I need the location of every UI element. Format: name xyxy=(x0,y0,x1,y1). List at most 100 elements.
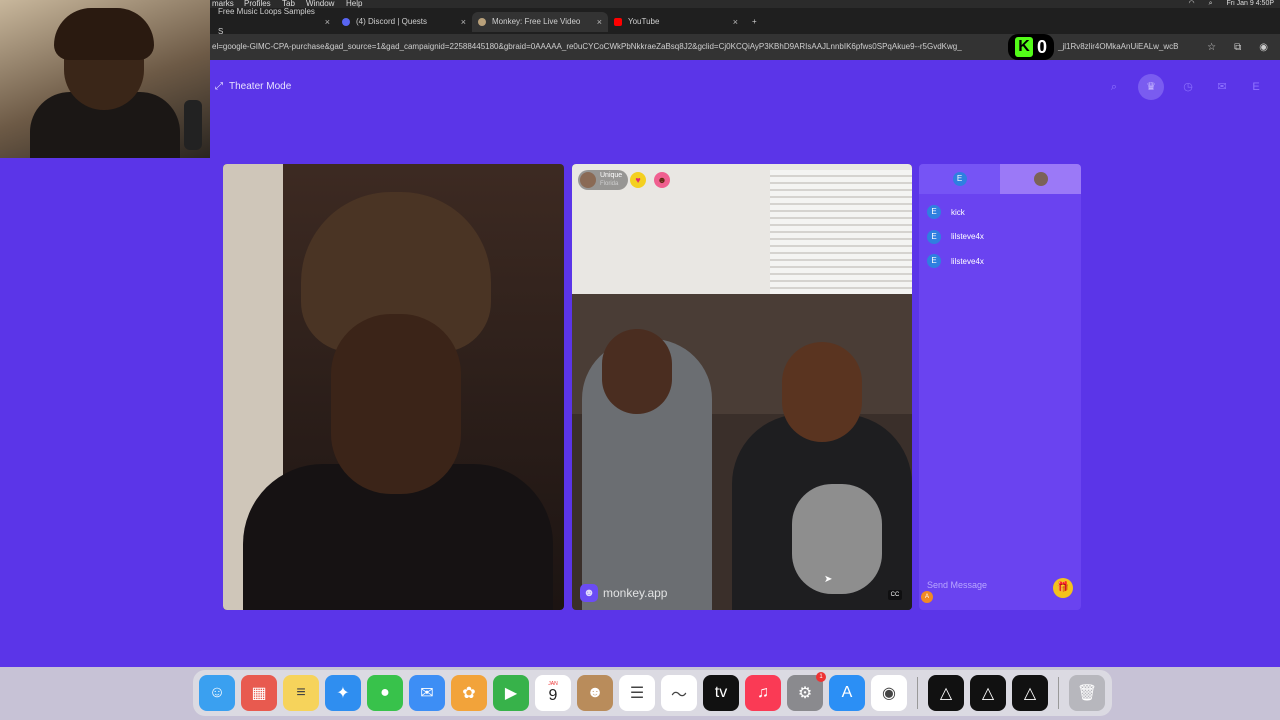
calendar-icon[interactable]: JAN 9 xyxy=(535,675,571,711)
monkey-icon xyxy=(478,18,486,26)
tab-discord[interactable]: (4) Discord | Quests × xyxy=(336,12,472,32)
monkey-logo-icon: ☻ xyxy=(580,584,598,602)
remote-user-tag[interactable]: Unique Florida xyxy=(578,170,629,190)
message-avatar: E xyxy=(927,205,941,220)
expand-icon: ⤢ xyxy=(215,80,223,92)
finder-icon[interactable]: ☺ xyxy=(199,675,235,711)
contacts-icon[interactable]: ☻ xyxy=(577,675,613,711)
dock-separator xyxy=(917,677,918,709)
notes-icon[interactable]: ≡ xyxy=(283,675,319,711)
remote-video: Unique Florida ♥ ☻ ☻ monkey.app CC xyxy=(572,164,912,610)
kick-logo: K xyxy=(1014,37,1033,57)
app-c-icon[interactable]: △ xyxy=(1012,675,1048,711)
tab-label: (4) Discord | Quests xyxy=(356,17,427,26)
chat-message: E lilsteve4x xyxy=(927,225,1073,250)
mail-icon[interactable]: ✉ xyxy=(409,675,445,711)
window-blind xyxy=(770,170,912,294)
partner-avatar xyxy=(1033,172,1048,186)
discord-icon xyxy=(342,18,350,26)
close-icon[interactable]: × xyxy=(325,12,330,32)
app-a-icon[interactable]: △ xyxy=(928,675,964,711)
monkey-badge-icon[interactable]: ☻ xyxy=(654,172,670,188)
mac-dock: ☺ ▦ ≡ ✦ ● ✉ ✿ ▶ JAN 9 ☻ ☰ 〜 tv ♫ ⚙ 1 A ◉ △ △ △ 🗑 xyxy=(193,670,1112,716)
monkey-watermark: ☻ monkey.app xyxy=(580,584,667,602)
close-icon[interactable]: × xyxy=(597,12,602,32)
message-text: lilsteve4x xyxy=(951,256,984,266)
mouse-cursor: ➤ xyxy=(824,574,833,585)
remote-person-left-head xyxy=(602,329,672,414)
message-avatar: E xyxy=(927,229,941,244)
calendar-day: 9 xyxy=(548,687,558,704)
apple-tv-icon[interactable]: tv xyxy=(703,675,739,711)
spotlight-icon[interactable]: ⌕ xyxy=(1209,0,1213,8)
crown-icon[interactable]: ♛ xyxy=(1138,74,1164,100)
system-settings-icon[interactable]: ⚙ 1 xyxy=(787,672,826,711)
gift-icon[interactable]: 🎁 xyxy=(1053,578,1073,598)
close-icon[interactable]: × xyxy=(733,12,738,32)
address-bar-actions: ☆ ⧉ ◉ xyxy=(1207,34,1268,60)
webcam-hair xyxy=(54,8,154,60)
profile-avatar[interactable]: E xyxy=(1246,77,1266,97)
freeform-icon[interactable]: 〜 xyxy=(661,675,697,711)
tab-monkey[interactable]: Monkey: Free Live Video × xyxy=(472,12,608,32)
shirt-print xyxy=(792,484,882,594)
new-tab-button[interactable]: + xyxy=(746,12,766,32)
app-b-icon[interactable]: △ xyxy=(970,675,1006,711)
chrome-icon[interactable]: ◉ xyxy=(871,675,907,711)
webcam-mic xyxy=(184,100,202,150)
remote-location: Florida xyxy=(600,181,619,187)
top-nav-icons: ⌕ ♛ ◷ ✉ E xyxy=(1104,74,1266,100)
message-input[interactable]: Send Message xyxy=(927,580,987,590)
heart-icon[interactable]: ♥ xyxy=(630,172,646,188)
close-icon[interactable]: × xyxy=(461,12,466,32)
message-avatar: E xyxy=(927,254,941,269)
chat-messages: E kick E lilsteve4x E lilsteve4x xyxy=(919,194,1081,280)
chat-message: E kick xyxy=(927,200,1073,225)
theater-mode-label: Theater Mode xyxy=(229,80,292,92)
local-face xyxy=(331,314,461,494)
youtube-icon xyxy=(614,18,622,26)
url-tail: _jl1Rv8zlir4OMkaAnUiEALw_wcB xyxy=(1058,42,1179,51)
local-video xyxy=(223,164,564,610)
menu-help[interactable]: Help xyxy=(346,0,362,8)
app-store-icon[interactable]: A xyxy=(829,675,865,711)
remote-avatar xyxy=(580,172,596,188)
bookmark-star-icon[interactable]: ☆ xyxy=(1207,42,1216,53)
message-text: kick xyxy=(951,207,965,217)
profile-icon[interactable]: ◉ xyxy=(1259,42,1268,53)
reminders-icon[interactable]: ☰ xyxy=(619,675,655,711)
emoji-avatar[interactable]: A xyxy=(921,591,933,603)
chat-self-tab[interactable]: E xyxy=(919,164,1000,194)
remote-name: Unique xyxy=(600,172,623,179)
datetime[interactable]: Fri Jan 9 4:50P xyxy=(1227,0,1274,8)
search-icon[interactable]: ⌕ xyxy=(1104,77,1124,97)
watermark-text: monkey.app xyxy=(603,586,668,600)
captions-icon[interactable]: CC xyxy=(888,590,902,600)
wifi-icon[interactable]: ◠ xyxy=(1189,0,1195,8)
dock-separator xyxy=(1058,677,1059,709)
chat-icon[interactable]: ✉ xyxy=(1212,77,1232,97)
history-icon[interactable]: ◷ xyxy=(1178,77,1198,97)
facetime-icon[interactable]: ▶ xyxy=(493,675,529,711)
chat-input-area: Send Message A 🎁 xyxy=(919,570,1081,610)
kick-overlay: K 0 xyxy=(1008,34,1054,60)
photos-icon[interactable]: ✿ xyxy=(451,675,487,711)
kick-count: 0 xyxy=(1036,36,1047,57)
launchpad-icon[interactable]: ▦ xyxy=(241,675,277,711)
tab-youtube[interactable]: YouTube × xyxy=(608,12,744,32)
chat-partner-tab[interactable] xyxy=(1000,164,1081,194)
sidebar-icon[interactable]: ⧉ xyxy=(1234,42,1241,53)
music-icon[interactable]: ♫ xyxy=(745,675,781,711)
tab-label: Monkey: Free Live Video xyxy=(492,17,581,26)
chat-panel: E E kick E lilsteve4x E lilsteve4x Send … xyxy=(919,164,1081,610)
url-text[interactable]: el=google-GIMC-CPA-purchase&gad_source=1… xyxy=(212,34,1012,60)
remote-person-right-head xyxy=(782,342,862,442)
tab-free-music[interactable]: Free Music Loops Samples S × xyxy=(212,7,336,36)
safari-icon[interactable]: ✦ xyxy=(325,675,361,711)
theater-mode-button[interactable]: ⤢ Theater Mode xyxy=(215,76,291,96)
trash-icon[interactable]: 🗑 xyxy=(1069,675,1105,711)
tab-label: YouTube xyxy=(628,17,660,26)
chat-message: E lilsteve4x xyxy=(927,249,1073,274)
messages-icon[interactable]: ● xyxy=(367,675,403,711)
streamer-webcam xyxy=(0,0,210,158)
